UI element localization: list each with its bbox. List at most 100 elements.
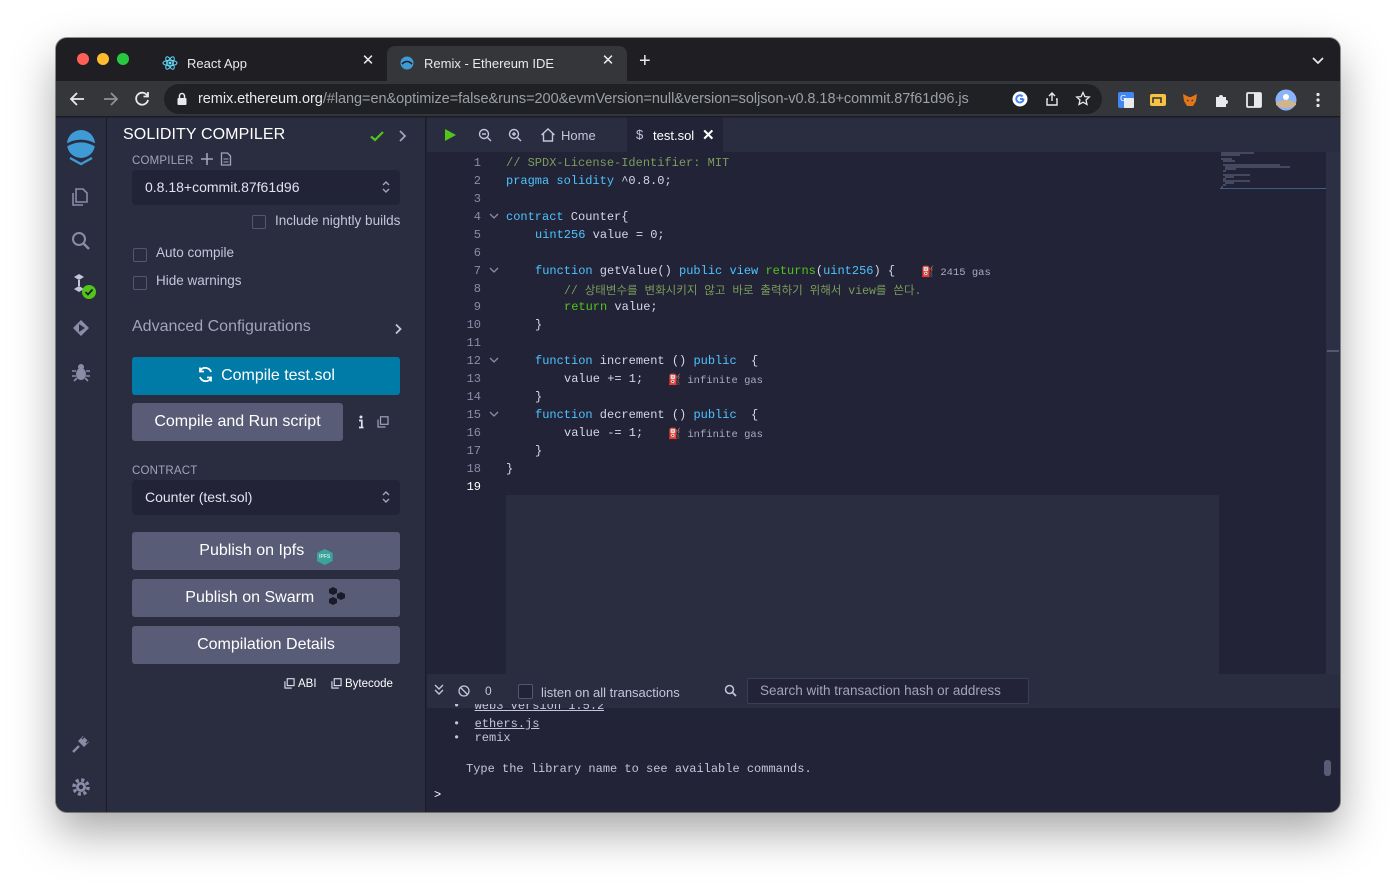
translate-extension-icon[interactable]: G [1117,91,1135,109]
close-tab-icon[interactable]: ✕ [359,52,377,70]
code-line: uint256 value = 0; [535,228,665,242]
new-tab-button[interactable]: + [639,51,651,71]
metamask-label-extension-icon[interactable] [1149,91,1167,109]
code-line: } [535,390,543,404]
include-nightly-label: Include nightly builds [275,213,401,228]
code-line: } [506,462,514,476]
chevron-down-icon[interactable] [1312,54,1324,66]
transaction-search-input[interactable]: Search with transaction hash or address [747,678,1029,704]
code-line: function increment () public { [535,354,759,368]
browser-tab-react-app[interactable]: React App ✕ [144,46,387,81]
line-number: 9 [473,300,481,314]
editor-scrollbar[interactable] [1326,152,1340,674]
clear-console-icon[interactable] [458,685,470,697]
search-icon[interactable] [70,230,92,252]
tab-strip: React App ✕ Remix - Ethereum IDE ✕ + [56,38,1340,81]
svg-text:G: G [1120,94,1126,103]
line-number: 13 [466,372,481,386]
bytecode-copy-button[interactable]: Bytecode [331,678,393,690]
code-line: function getValue() public view returns(… [535,264,896,278]
collapse-terminal-icon[interactable] [434,684,444,696]
terminal-lib-item[interactable]: • web3 version 1.5.2 [453,704,604,713]
share-icon[interactable] [1044,91,1060,107]
lock-icon[interactable] [174,91,190,107]
copy-icon[interactable] [377,416,389,428]
deploy-run-icon[interactable] [70,317,92,339]
line-number: 14 [466,390,481,404]
ipfs-logo-icon: IPFS [316,549,333,565]
gas-estimate: ⛽ 2415 gas [921,267,991,279]
back-icon[interactable] [68,89,88,109]
kebab-menu-icon[interactable] [1309,91,1327,109]
bookmark-star-icon[interactable] [1075,91,1091,107]
terminal-scrollbar[interactable] [1324,760,1331,776]
code-line: } [535,444,543,458]
publish-ipfs-button[interactable]: Publish on Ipfs IPFS [132,532,400,570]
tab-test-sol[interactable]: $ test.sol ✕ [627,118,723,152]
compiler-version-select[interactable]: 0.8.18+commit.87f61d96 [132,170,400,205]
minimize-window-button[interactable] [97,53,109,65]
auto-compile-checkbox[interactable] [133,248,147,262]
line-number: 7 [473,264,481,278]
metamask-fox-icon[interactable] [1181,91,1199,109]
pending-tx-count: 0 [485,684,492,698]
zoom-out-icon[interactable] [478,128,492,142]
advanced-configurations-toggle[interactable]: Advanced Configurations [132,318,402,340]
include-nightly-checkbox[interactable] [252,215,266,229]
code-line: pragma solidity ^0.8.0; [506,174,672,188]
google-icon[interactable] [1012,91,1028,107]
zoom-in-icon[interactable] [508,128,522,142]
compile-button[interactable]: Compile test.sol [132,357,400,395]
profile-avatar-icon[interactable] [1275,89,1297,111]
solidity-compiler-icon[interactable] [70,273,98,301]
fold-chevron-icon[interactable] [489,409,499,419]
close-icon[interactable]: ✕ [702,126,715,144]
terminal-lib-item[interactable]: • ethers.js [453,717,539,731]
plugin-manager-icon[interactable] [70,733,92,755]
debugger-bug-icon[interactable] [70,361,92,383]
terminal-panel: 0 listen on all transactions Search with… [427,674,1340,812]
terminal-toolbar: 0 listen on all transactions Search with… [427,674,1340,708]
scroll-marker [1327,350,1339,352]
compilation-details-button[interactable]: Compilation Details [132,626,400,664]
settings-gear-icon[interactable] [70,776,92,798]
forward-icon[interactable] [100,89,120,109]
hide-warnings-checkbox[interactable] [133,276,147,290]
contract-select[interactable]: Counter (test.sol) [132,480,400,515]
chevron-right-icon[interactable] [397,129,407,143]
browser-tab-remix[interactable]: Remix - Ethereum IDE ✕ [387,46,627,81]
line-number: 1 [473,156,481,170]
swarm-logo-icon [328,587,345,605]
checkmark-icon [370,131,384,142]
tab-home[interactable]: Home [537,118,622,152]
close-tab-icon[interactable]: ✕ [599,52,617,70]
listen-transactions-checkbox[interactable] [518,684,533,699]
editor-minimap[interactable] [1220,152,1328,192]
publish-swarm-button[interactable]: Publish on Swarm [132,579,400,617]
info-icon[interactable] [357,415,365,429]
close-window-button[interactable] [77,53,89,65]
bytecode-label: Bytecode [345,678,393,690]
line-number-current: 19 [466,480,481,494]
side-panel-icon[interactable] [1245,91,1263,109]
remix-logo-icon[interactable] [61,126,101,166]
file-icon[interactable] [220,152,232,166]
file-explorer-icon[interactable] [70,186,92,208]
compile-and-run-button[interactable]: Compile and Run script [132,403,343,441]
add-compiler-icon[interactable] [200,152,214,166]
search-placeholder: Search with transaction hash or address [760,683,1001,698]
fold-chevron-icon[interactable] [489,211,499,221]
extensions-puzzle-icon[interactable] [1213,91,1231,109]
terminal-help-text: Type the library name to see available c… [466,762,812,776]
abi-copy-button[interactable]: ABI [284,678,317,690]
code-editor[interactable]: 1 2 3 4 5 6 7 8 9 10 11 12 13 14 15 16 1… [427,152,1340,674]
line-number: 3 [473,192,481,206]
maximize-window-button[interactable] [117,53,129,65]
reload-icon[interactable] [132,89,152,109]
address-bar[interactable]: remix.ethereum.org/#lang=en&optimize=fal… [164,84,1102,114]
run-script-play-icon[interactable] [443,128,457,142]
compile-button-label: Compile test.sol [221,367,335,384]
fold-chevron-icon[interactable] [489,265,499,275]
fold-chevron-icon[interactable] [489,355,499,365]
terminal-prompt[interactable]: > [434,788,441,802]
